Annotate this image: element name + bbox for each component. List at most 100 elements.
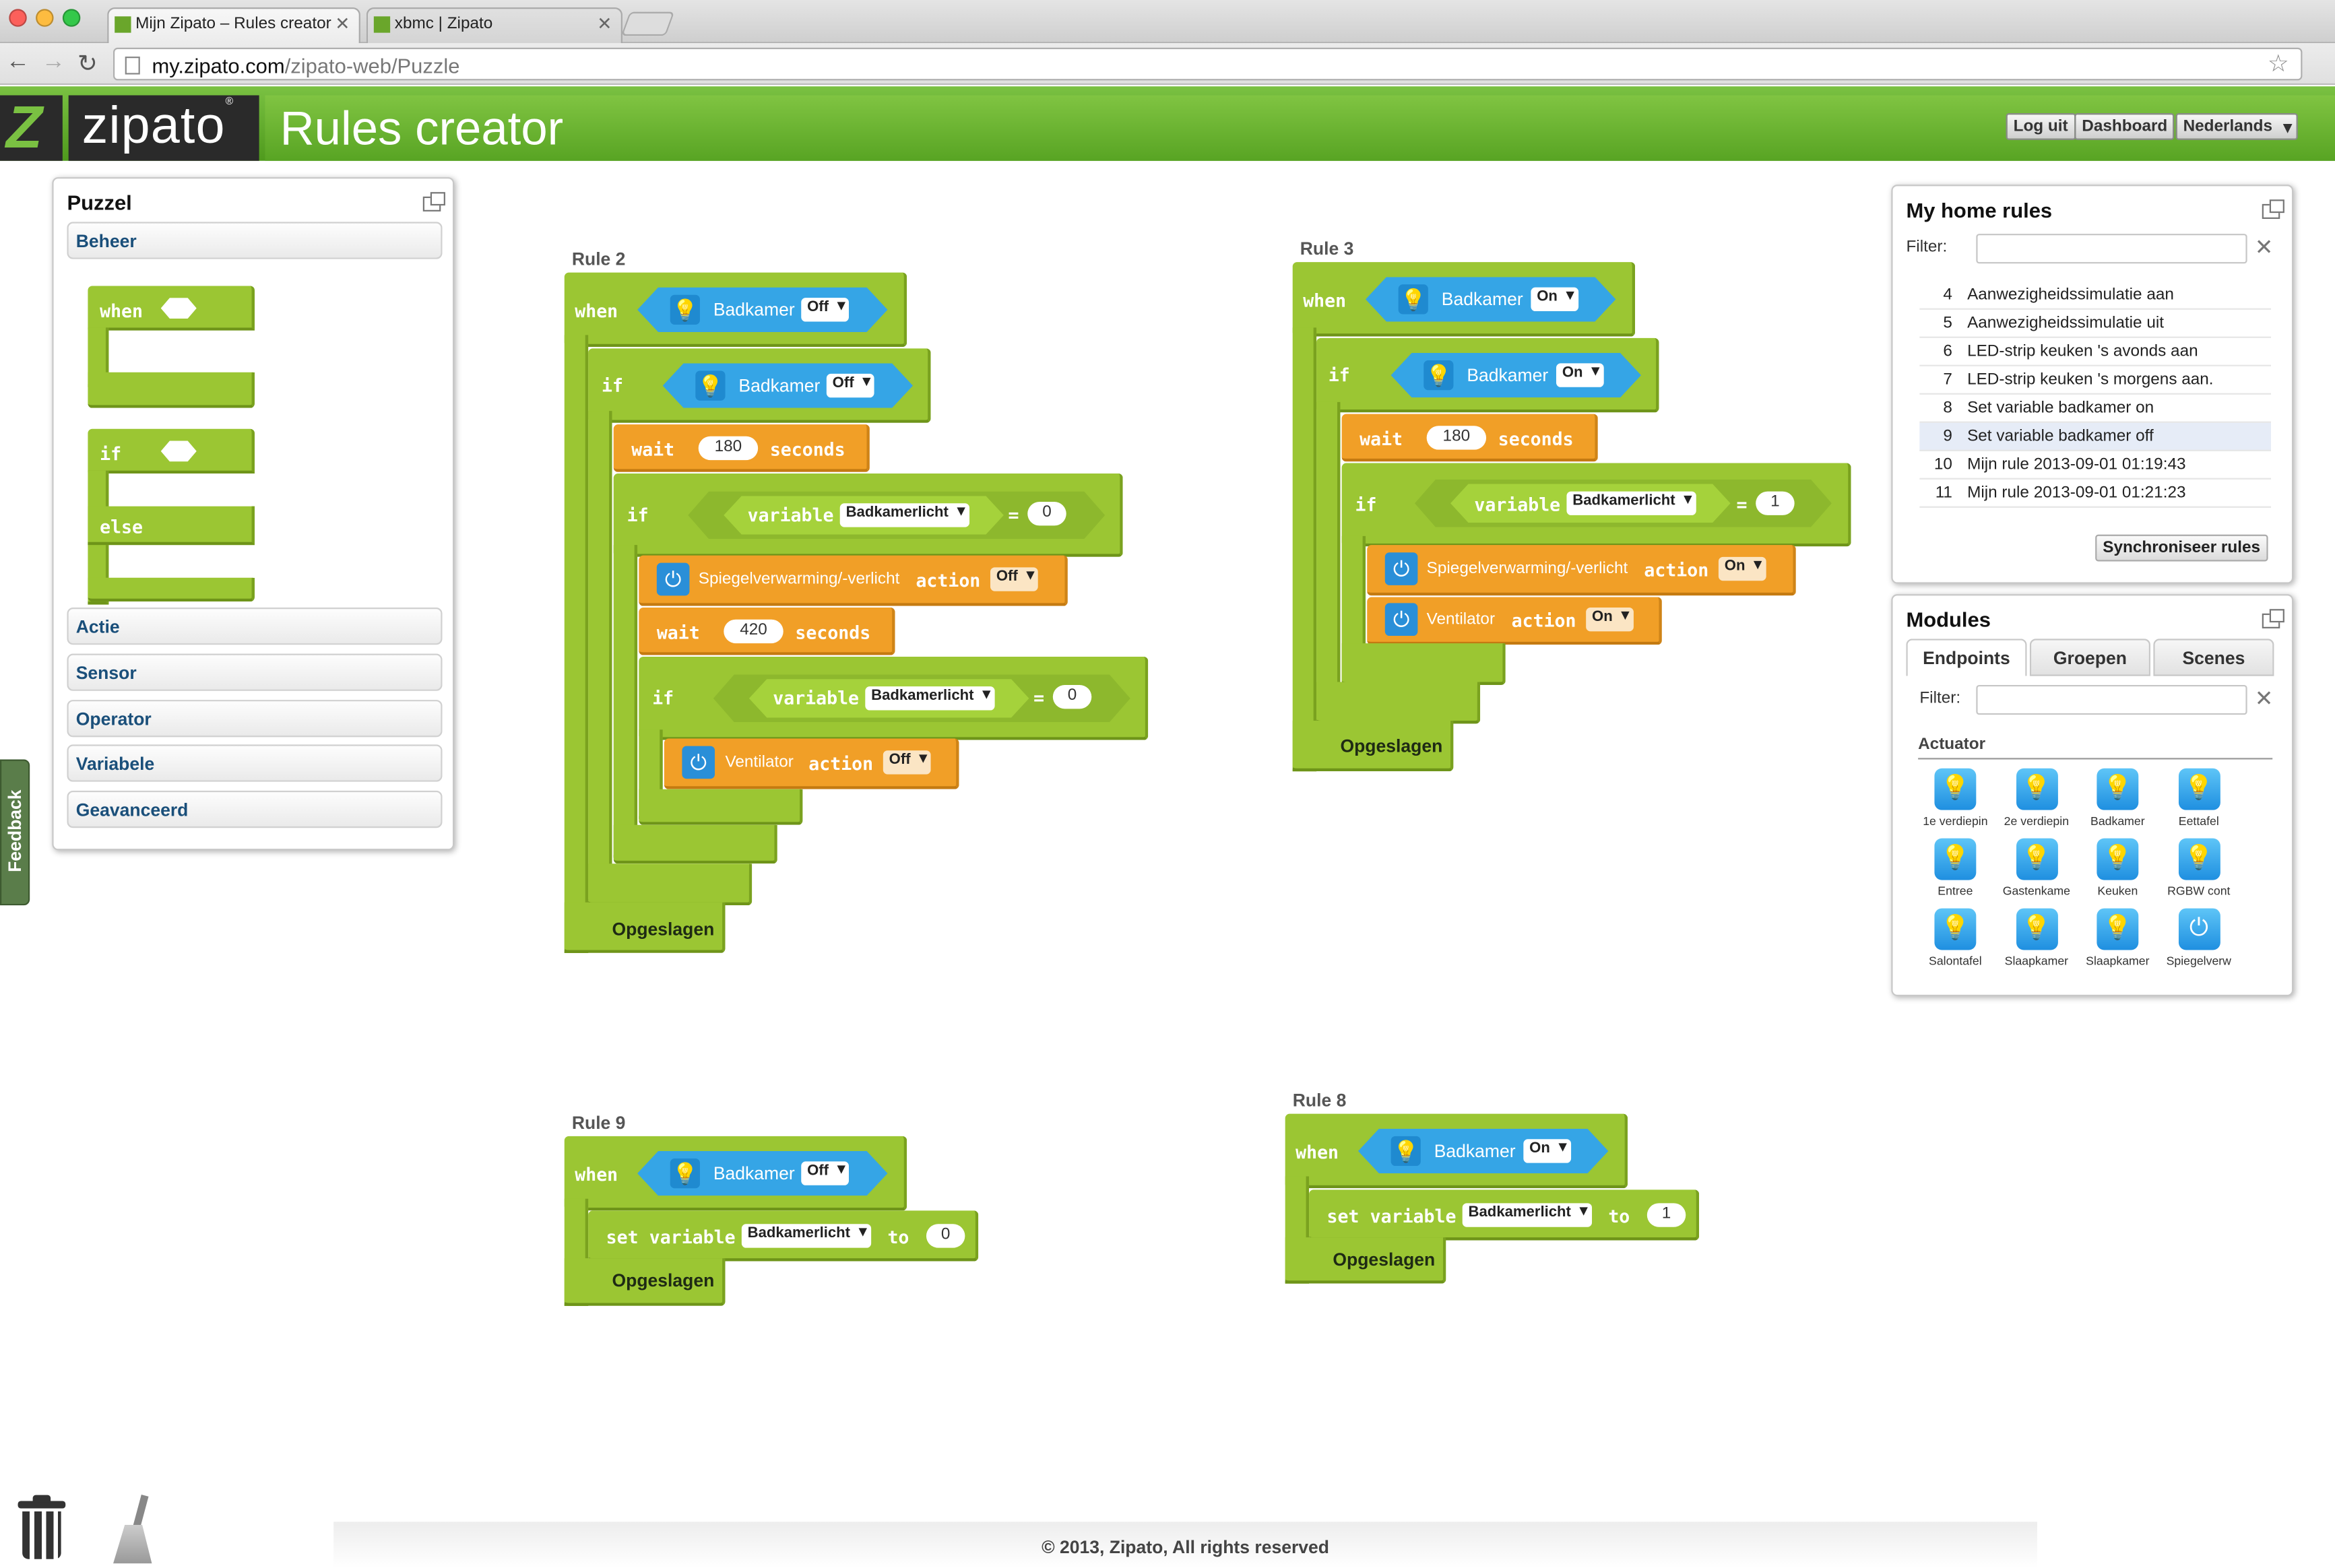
wait-seconds-input[interactable]: 420 bbox=[724, 619, 783, 644]
maximize-window-icon[interactable] bbox=[62, 9, 81, 27]
forward-arrow-icon[interactable]: → bbox=[42, 49, 65, 76]
state-dropdown[interactable]: On bbox=[1523, 1139, 1571, 1163]
popout-icon[interactable] bbox=[422, 192, 445, 211]
dashboard-button[interactable]: Dashboard bbox=[2074, 113, 2175, 140]
device-tile[interactable]: 💡 Entree bbox=[1915, 838, 1995, 898]
wait-seconds-input[interactable]: 180 bbox=[698, 436, 759, 461]
compare-value-input[interactable]: 0 bbox=[1027, 502, 1066, 526]
device-tile[interactable]: 💡 Keuken bbox=[2078, 838, 2158, 898]
tab-endpoints[interactable]: Endpoints bbox=[1906, 639, 2027, 676]
rule-list-item[interactable]: 6 LED-strip keuken 's avonds aan bbox=[1919, 338, 2272, 366]
close-tab-icon[interactable]: ✕ bbox=[335, 13, 350, 34]
broom-icon[interactable] bbox=[104, 1495, 164, 1564]
synchronize-rules-button[interactable]: Synchroniseer rules bbox=[2095, 534, 2268, 562]
reload-icon[interactable]: ↻ bbox=[77, 49, 98, 79]
close-tab-icon[interactable]: ✕ bbox=[597, 13, 612, 34]
state-dropdown[interactable]: On bbox=[1556, 363, 1604, 387]
rule-list-item[interactable]: 10 Mijn rule 2013-09-01 01:19:43 bbox=[1919, 451, 2272, 480]
compare-value-input[interactable]: 1 bbox=[1756, 491, 1795, 515]
feedback-tab[interactable]: Feedback bbox=[0, 759, 30, 906]
rule-name: Set variable badkamer off bbox=[1967, 427, 2154, 446]
variable-dropdown[interactable]: Badkamerlicht bbox=[839, 503, 969, 527]
close-window-icon[interactable] bbox=[9, 9, 27, 27]
variable-dropdown[interactable]: Badkamerlicht bbox=[1462, 1203, 1592, 1227]
page: Mijn Zipato – Rules creator ✕ xbmc | Zip… bbox=[0, 0, 2335, 1568]
variable-dropdown[interactable]: Badkamerlicht bbox=[1566, 491, 1696, 515]
clear-filter-icon[interactable]: ✕ bbox=[2255, 685, 2274, 712]
compare-value-input[interactable]: 0 bbox=[1052, 684, 1092, 709]
minimize-window-icon[interactable] bbox=[36, 9, 54, 27]
device-tile[interactable]: 💡 Eettafel bbox=[2158, 768, 2239, 828]
power-icon: ⏻ bbox=[656, 562, 690, 596]
if-spine bbox=[1316, 401, 1341, 724]
popout-icon[interactable] bbox=[2262, 199, 2284, 219]
state-dropdown[interactable]: On bbox=[1586, 608, 1634, 632]
state-dropdown[interactable]: On bbox=[1531, 287, 1578, 312]
rule-list-item[interactable]: 11 Mijn rule 2013-09-01 01:21:23 bbox=[1919, 480, 2272, 508]
logo-text: zipato bbox=[82, 96, 226, 155]
device-tile[interactable]: 💡 2e verdiepin bbox=[1996, 768, 2076, 828]
variable-dropdown[interactable]: Badkamerlicht bbox=[865, 686, 995, 711]
device-tile[interactable]: 💡 Slaapkamer bbox=[2078, 908, 2158, 968]
clear-filter-icon[interactable]: ✕ bbox=[2255, 234, 2274, 261]
rule-list-item[interactable]: 4 Aanwezigheidssimulatie aan bbox=[1919, 282, 2272, 310]
actuator-section-title: Actuator bbox=[1918, 736, 1986, 754]
device-name: Ventilator bbox=[1426, 610, 1496, 628]
state-dropdown[interactable]: Off bbox=[801, 1161, 850, 1185]
rule-list-item[interactable]: 5 Aanwezigheidssimulatie uit bbox=[1919, 310, 2272, 338]
modules-filter-input[interactable] bbox=[1976, 684, 2247, 715]
filter-label: Filter: bbox=[1919, 689, 1961, 708]
chevron-down-icon: ▾ bbox=[2283, 119, 2292, 137]
zipato-logo[interactable]: zipato® bbox=[68, 95, 259, 161]
if-keyword: if bbox=[1355, 494, 1377, 515]
device-tile[interactable]: 💡 Gastenkame bbox=[1996, 838, 2076, 898]
bookmark-star-icon[interactable]: ☆ bbox=[2268, 49, 2289, 79]
new-tab-button[interactable] bbox=[620, 11, 675, 36]
category-beheer[interactable]: Beheer bbox=[67, 222, 443, 259]
wait-seconds-input[interactable]: 180 bbox=[1426, 426, 1487, 450]
state-dropdown[interactable]: Off bbox=[801, 298, 850, 322]
logout-button[interactable]: Log uit bbox=[2006, 113, 2076, 140]
rule-number: 8 bbox=[1943, 399, 1952, 418]
popout-icon[interactable] bbox=[2262, 609, 2284, 628]
device-tile[interactable]: 💡 1e verdiepin bbox=[1915, 768, 1995, 828]
state-dropdown[interactable]: On bbox=[1718, 556, 1766, 581]
tab-groepen[interactable]: Groepen bbox=[2029, 639, 2150, 676]
device-tile[interactable]: ⏻ Spiegelverw bbox=[2158, 908, 2239, 968]
language-dropdown[interactable]: Nederlands ▾ bbox=[2175, 113, 2298, 140]
set-value-input[interactable]: 1 bbox=[1646, 1203, 1686, 1227]
back-arrow-icon[interactable]: ← bbox=[6, 49, 30, 76]
category-geavanceerd[interactable]: Geavanceerd bbox=[67, 790, 443, 828]
category-variabele[interactable]: Variabele bbox=[67, 744, 443, 782]
category-operator[interactable]: Operator bbox=[67, 700, 443, 738]
device-tile[interactable]: 💡 Badkamer bbox=[2078, 768, 2158, 828]
device-tile[interactable]: 💡 RGBW cont bbox=[2158, 838, 2239, 898]
device-label: 1e verdiepin bbox=[1923, 814, 1988, 828]
device-tile[interactable]: 💡 Slaapkamer bbox=[1996, 908, 2076, 968]
variable-dropdown[interactable]: Badkamerlicht bbox=[741, 1224, 871, 1248]
saved-status: Opgeslagen bbox=[1333, 1249, 1436, 1270]
trash-icon[interactable] bbox=[15, 1495, 69, 1561]
browser-tab-xbmc[interactable]: xbmc | Zipato ✕ bbox=[366, 7, 622, 44]
rule-list-item[interactable]: 7 LED-strip keuken 's morgens aan. bbox=[1919, 366, 2272, 395]
bulb-icon: 💡 bbox=[2097, 908, 2139, 950]
device-name: Badkamer bbox=[713, 299, 795, 321]
action-keyword: action bbox=[916, 570, 981, 591]
device-tile[interactable]: 💡 Salontafel bbox=[1915, 908, 1995, 968]
to-keyword: to bbox=[887, 1227, 909, 1248]
state-dropdown[interactable]: Off bbox=[883, 750, 932, 775]
category-sensor[interactable]: Sensor bbox=[67, 653, 443, 691]
category-actie[interactable]: Actie bbox=[67, 608, 443, 645]
state-dropdown[interactable]: Off bbox=[990, 567, 1039, 591]
bulb-icon: 💡 bbox=[1934, 838, 1977, 880]
set-value-input[interactable]: 0 bbox=[926, 1224, 965, 1248]
rules-filter-input[interactable] bbox=[1976, 234, 2247, 264]
rule-list-item[interactable]: 8 Set variable badkamer on bbox=[1919, 395, 2272, 423]
address-bar[interactable]: my.zipato.com/zipato-web/Puzzle ☆ bbox=[113, 47, 2303, 81]
tab-scenes[interactable]: Scenes bbox=[2153, 639, 2274, 676]
if-spine bbox=[613, 545, 638, 858]
rule-list-item[interactable]: 9 Set variable badkamer off bbox=[1919, 422, 2272, 451]
state-dropdown[interactable]: Off bbox=[826, 373, 875, 398]
set-keyword: set bbox=[1326, 1206, 1360, 1227]
browser-tab-rules-creator[interactable]: Mijn Zipato – Rules creator ✕ bbox=[107, 7, 360, 44]
